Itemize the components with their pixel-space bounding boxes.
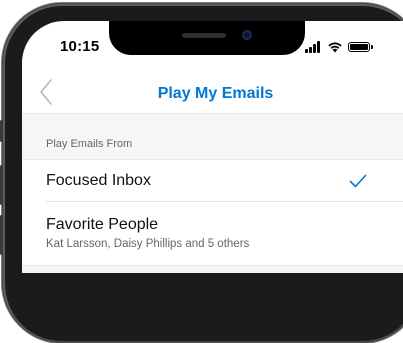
wifi-icon xyxy=(328,42,342,53)
option-title: Focused Inbox xyxy=(46,172,151,189)
status-time: 10:15 xyxy=(60,38,100,55)
section-header: Play Emails From xyxy=(22,113,403,160)
notch xyxy=(109,21,305,55)
phone-screen: 10:15 Play My Emails Play Emails From Fo… xyxy=(22,21,403,273)
cellular-signal-icon xyxy=(305,41,323,53)
phone-volume-down-button xyxy=(0,215,3,255)
front-camera xyxy=(242,30,252,40)
page-title: Play My Emails xyxy=(157,85,274,102)
battery-icon xyxy=(348,42,373,52)
option-focused-inbox[interactable]: Focused Inbox xyxy=(22,160,403,202)
phone-mute-switch xyxy=(0,120,3,142)
phone-volume-up-button xyxy=(0,165,3,205)
checkmark-icon xyxy=(349,174,367,188)
section-header-label: Play Emails From xyxy=(46,138,133,150)
option-title: Favorite People xyxy=(46,216,159,233)
option-subtitle: Kat Larsson, Daisy Phillips and 5 others xyxy=(46,238,250,250)
navigation-bar: Play My Emails xyxy=(22,73,403,113)
option-favorite-people[interactable]: Favorite People Kat Larsson, Daisy Phill… xyxy=(22,202,403,265)
speaker-grille xyxy=(182,33,226,38)
section-footer xyxy=(22,265,403,273)
